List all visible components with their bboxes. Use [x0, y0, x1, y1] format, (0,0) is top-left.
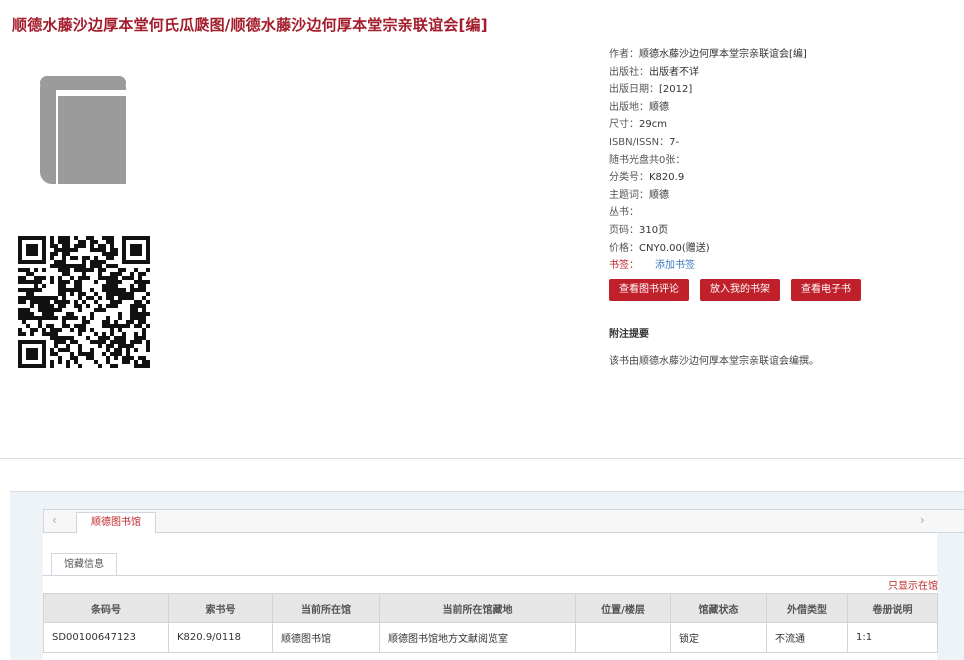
column-header: 位置/楼层 — [575, 593, 671, 623]
view-ebook-button[interactable]: 查看电子书 — [791, 279, 861, 301]
note-heading: 附注提要 — [609, 329, 649, 340]
metadata-row: 页码：310页 — [609, 222, 959, 240]
view-reviews-button[interactable]: 查看图书评论 — [609, 279, 689, 301]
table-cell: 不流通 — [766, 622, 848, 653]
metadata-row: 随书光盘共0张： — [609, 152, 959, 170]
bookmark-row: 书签： 添加书签 — [609, 257, 959, 275]
metadata-key: 出版日期： — [609, 84, 659, 96]
metadata-value: [2012] — [659, 84, 693, 96]
note-text: 该书由顺德水藤沙边何厚本堂宗亲联谊会编撰。 — [609, 356, 819, 367]
metadata-key: 页码： — [609, 224, 639, 236]
metadata-key: 作者： — [609, 49, 639, 60]
book-cover-icon — [40, 76, 126, 184]
column-header: 卷册说明 — [847, 593, 938, 623]
metadata-value: 顺德 — [649, 101, 669, 113]
metadata-row: 作者：顺德水藤沙边何厚本堂宗亲联谊会[编] — [609, 46, 959, 64]
table-cell — [575, 622, 671, 653]
metadata-row: 出版地：顺德 — [609, 99, 959, 117]
metadata-value: 7- — [669, 136, 680, 148]
page-title: 顺德水藤沙边厚本堂何氏瓜瓞图/顺德水藤沙边何厚本堂宗亲联谊会[编] — [12, 16, 488, 34]
section-divider — [0, 458, 964, 459]
action-buttons: 查看图书评论 放入我的书架 查看电子书 — [609, 279, 861, 301]
metadata-row: 出版日期：[2012] — [609, 81, 959, 99]
metadata-key: 尺寸： — [609, 119, 639, 131]
tab-holdings-info[interactable]: 馆藏信息 — [51, 553, 117, 575]
column-header: 当前所在馆 — [272, 593, 380, 623]
metadata-value: 顺德水藤沙边何厚本堂宗亲联谊会[编] — [639, 49, 807, 60]
add-bookmark-link[interactable]: 添加书签 — [655, 260, 695, 271]
metadata-key: 价格： — [609, 242, 639, 254]
metadata-key: ISBN/ISSN： — [609, 136, 670, 148]
metadata-value: CNY0.00(赠送) — [639, 242, 710, 254]
metadata-key: 出版地： — [609, 101, 649, 113]
column-header: 馆藏状态 — [670, 593, 767, 623]
chevron-left-icon[interactable]: ‹ — [52, 513, 57, 527]
metadata-row: 出版社：出版者不详 — [609, 64, 959, 82]
tab-library[interactable]: 顺德图书馆 — [76, 512, 156, 533]
column-header: 外借类型 — [766, 593, 848, 623]
metadata-key: 出版社： — [609, 66, 649, 78]
metadata-value: 出版者不详 — [649, 66, 699, 78]
table-cell: 顺德图书馆 — [272, 622, 380, 653]
metadata-value: 310页 — [639, 224, 669, 236]
metadata-row: 尺寸：29cm — [609, 116, 959, 134]
table-cell: K820.9/0118 — [168, 622, 273, 653]
metadata-row: ISBN/ISSN：7- — [609, 134, 959, 152]
table-cell: 顺德图书馆地方文献阅览室 — [379, 622, 576, 653]
table-cell: 锁定 — [670, 622, 767, 653]
table-cell: 1:1 — [847, 622, 938, 653]
only-available-link[interactable]: 只显示在馆 — [888, 577, 938, 592]
qr-code-icon — [18, 236, 150, 368]
metadata-value: K820.9 — [649, 172, 685, 184]
metadata-row: 分类号：K820.9 — [609, 169, 959, 187]
library-tab-bar: ‹ › — [43, 509, 964, 533]
metadata-row: 主题词：顺德 — [609, 187, 959, 205]
metadata-key: 分类号： — [609, 172, 649, 184]
metadata-key: 丛书： — [609, 207, 639, 219]
table-cell: SD00100647123 — [43, 622, 169, 653]
metadata-row: 丛书： — [609, 204, 959, 222]
chevron-right-icon[interactable]: › — [920, 513, 925, 527]
bookmark-label: 书签： — [609, 260, 639, 272]
metadata-row: 价格：CNY0.00(赠送) — [609, 240, 959, 258]
add-to-shelf-button[interactable]: 放入我的书架 — [700, 279, 780, 301]
table-header-row: 条码号 索书号 当前所在馆 当前所在馆藏地 位置/楼层 馆藏状态 外借类型 卷册说明 — [43, 593, 938, 623]
table-row: SD00100647123 K820.9/0118 顺德图书馆 顺德图书馆地方文献阅览… — [43, 622, 938, 653]
metadata-value: 29cm — [639, 119, 667, 131]
book-metadata: 作者：顺德水藤沙边何厚本堂宗亲联谊会[编] 出版社：出版者不详 出版日期：[2012… — [609, 46, 959, 275]
column-header: 当前所在馆藏地 — [379, 593, 576, 623]
metadata-key: 主题词： — [609, 189, 649, 201]
holdings-table: 条码号 索书号 当前所在馆 当前所在馆藏地 位置/楼层 馆藏状态 外借类型 卷册说明 SD00… — [43, 593, 938, 653]
column-header: 条码号 — [43, 593, 169, 623]
metadata-value: 顺德 — [649, 189, 669, 201]
column-header: 索书号 — [168, 593, 273, 623]
subtab-divider — [43, 575, 937, 576]
metadata-key: 随书光盘共0张： — [609, 154, 686, 166]
